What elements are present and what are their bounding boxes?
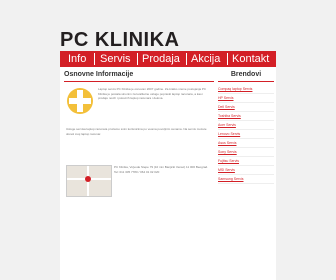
nav-item-akcija[interactable]: Akcija <box>191 51 220 67</box>
logo-name-text: KLINIKA <box>94 29 180 51</box>
section-heading: Osnovne Informacije <box>64 71 214 82</box>
brand-link[interactable]: Compaq laptop Servis <box>218 85 274 94</box>
nav-divider <box>227 53 228 65</box>
intro-paragraph: Laptop servis PC Klinika je osnovan 2007… <box>98 87 207 100</box>
brand-list: Compaq laptop Servis HP Servis Dell Serv… <box>218 85 274 184</box>
brand-link[interactable]: Samsung Servis <box>218 175 274 184</box>
content-area: Osnovne Informacije Laptop servis PC Kli… <box>60 67 276 280</box>
sidebar-heading: Brendovi <box>218 71 274 82</box>
brand-link[interactable]: Fujitsu Servis <box>218 157 274 166</box>
brand-link[interactable]: Lenovo Servis <box>218 130 274 139</box>
cross-emblem-icon <box>67 88 93 114</box>
brand-link[interactable]: Toshiba Servis <box>218 112 274 121</box>
brand-link[interactable]: Sony Servis <box>218 148 274 157</box>
nav-item-info[interactable]: Info <box>68 51 86 67</box>
main-column: Osnovne Informacije Laptop servis PC Kli… <box>64 71 214 197</box>
site-logo[interactable]: PC KLINIKA <box>60 30 179 50</box>
brand-link[interactable]: Dell Servis <box>218 103 274 112</box>
brand-link[interactable]: Acer Servis <box>218 121 274 130</box>
nav-divider <box>186 53 187 65</box>
address-paragraph: PC Klinika, Vojvode Stepe 79 (10 min Ban… <box>114 165 209 174</box>
sidebar: Brendovi Compaq laptop Servis HP Servis … <box>218 71 274 184</box>
map-pin-icon <box>85 176 91 182</box>
service-paragraph: Usluge servisa laptop racunara pruzamo s… <box>66 127 207 136</box>
brand-link[interactable]: HP Servis <box>218 94 274 103</box>
brand-link[interactable]: MSI Servis <box>218 166 274 175</box>
brand-link[interactable]: Asus Servis <box>218 139 274 148</box>
logo-pc-text: PC <box>60 29 89 51</box>
main-nav: Info Servis Prodaja Akcija Kontakt <box>60 51 276 67</box>
nav-divider <box>137 53 138 65</box>
nav-item-kontakt[interactable]: Kontakt <box>232 51 269 67</box>
location-map[interactable] <box>66 165 112 197</box>
nav-item-prodaja[interactable]: Prodaja <box>142 51 180 67</box>
nav-divider <box>94 53 95 65</box>
nav-item-servis[interactable]: Servis <box>100 51 131 67</box>
page: PC KLINIKA Info Servis Prodaja Akcija Ko… <box>60 30 276 280</box>
